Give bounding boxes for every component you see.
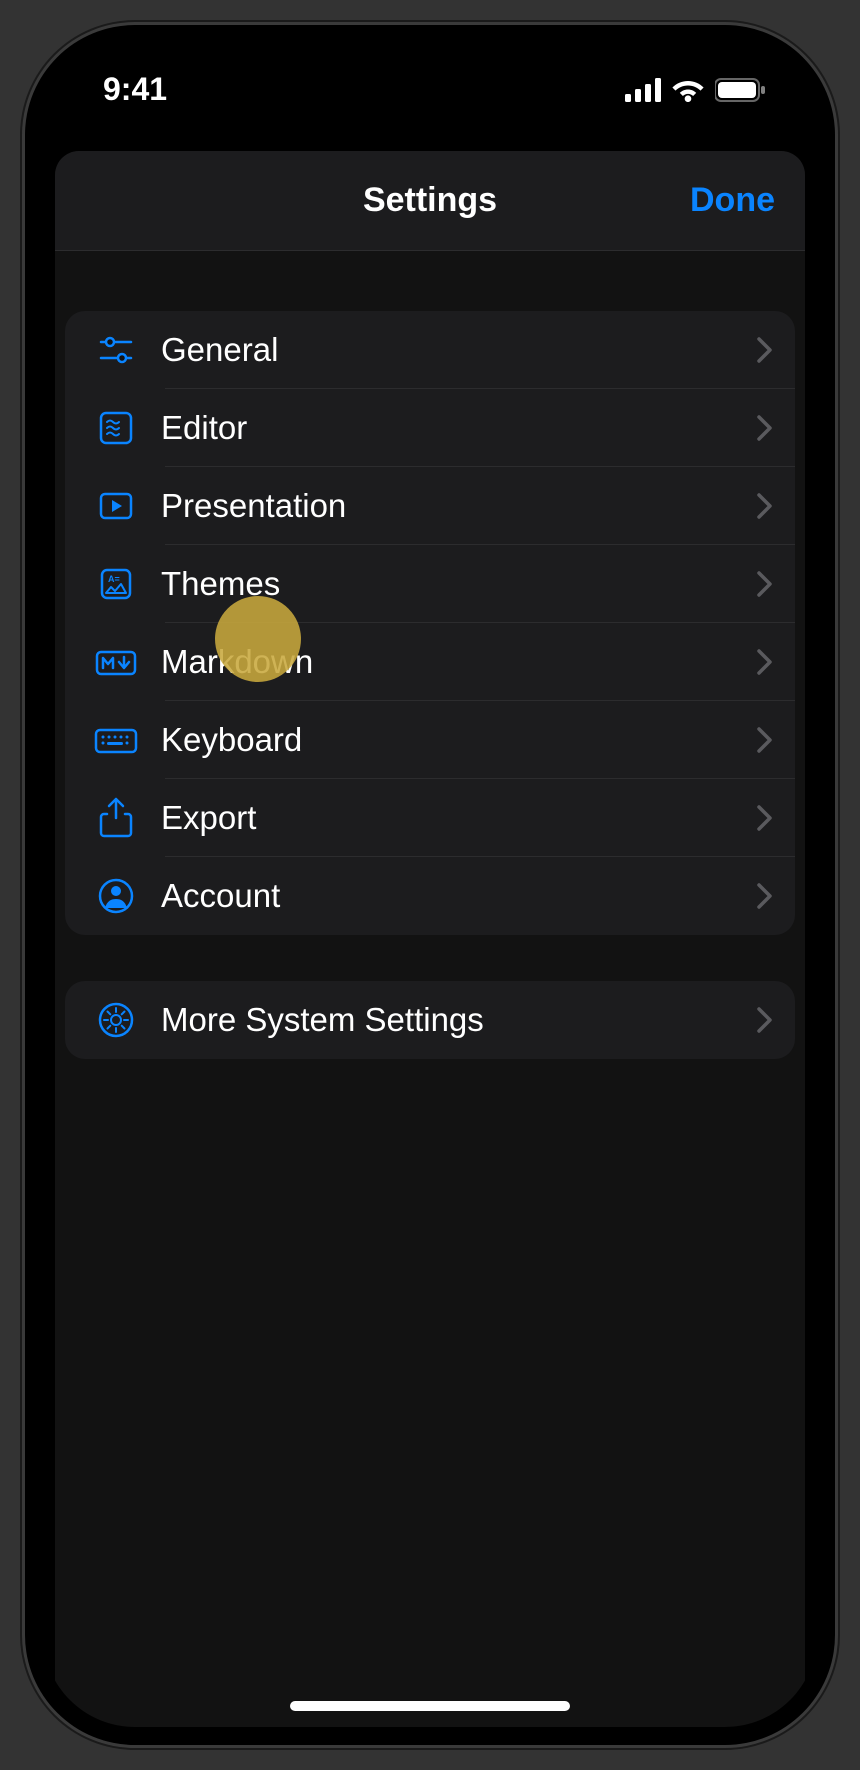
row-label: Themes bbox=[151, 565, 757, 603]
chevron-right-icon bbox=[757, 571, 773, 597]
sliders-icon bbox=[81, 330, 151, 370]
play-icon bbox=[81, 486, 151, 526]
settings-row-export[interactable]: Export bbox=[65, 779, 795, 857]
chevron-right-icon bbox=[757, 805, 773, 831]
share-icon bbox=[81, 796, 151, 840]
settings-content[interactable]: General Editor Present bbox=[55, 251, 805, 1059]
row-label: Keyboard bbox=[151, 721, 757, 759]
status-indicators bbox=[625, 78, 767, 102]
row-label: More System Settings bbox=[151, 1001, 757, 1039]
status-time: 9:41 bbox=[103, 71, 167, 108]
chevron-right-icon bbox=[757, 415, 773, 441]
home-indicator[interactable] bbox=[290, 1701, 570, 1711]
settings-row-keyboard[interactable]: Keyboard bbox=[65, 701, 795, 779]
chevron-right-icon bbox=[757, 493, 773, 519]
chevron-right-icon bbox=[757, 727, 773, 753]
navigation-bar: Settings Done bbox=[55, 151, 805, 251]
person-icon bbox=[81, 876, 151, 916]
chevron-right-icon bbox=[757, 337, 773, 363]
row-label: Editor bbox=[151, 409, 757, 447]
settings-row-more-system[interactable]: More System Settings bbox=[65, 981, 795, 1059]
battery-icon bbox=[715, 78, 767, 102]
settings-row-themes[interactable]: A= Themes bbox=[65, 545, 795, 623]
settings-row-markdown[interactable]: Markdown bbox=[65, 623, 795, 701]
settings-row-account[interactable]: Account bbox=[65, 857, 795, 935]
settings-row-editor[interactable]: Editor bbox=[65, 389, 795, 467]
row-label: Account bbox=[151, 877, 757, 915]
chevron-right-icon bbox=[757, 1007, 773, 1033]
waves-icon bbox=[81, 408, 151, 448]
gear-icon bbox=[81, 1000, 151, 1040]
settings-row-presentation[interactable]: Presentation bbox=[65, 467, 795, 545]
phone-frame: 9:41 Settings Done General bbox=[25, 25, 835, 1745]
row-label: Markdown bbox=[151, 643, 757, 681]
chevron-right-icon bbox=[757, 883, 773, 909]
settings-group-main: General Editor Present bbox=[65, 311, 795, 935]
settings-modal: Settings Done General bbox=[55, 151, 805, 1727]
row-label: Export bbox=[151, 799, 757, 837]
chevron-right-icon bbox=[757, 649, 773, 675]
row-label: General bbox=[151, 331, 757, 369]
settings-group-system: More System Settings bbox=[65, 981, 795, 1059]
keyboard-icon bbox=[81, 720, 151, 760]
card-icon: A= bbox=[81, 564, 151, 604]
row-label: Presentation bbox=[151, 487, 757, 525]
settings-row-general[interactable]: General bbox=[65, 311, 795, 389]
page-title: Settings bbox=[363, 181, 497, 220]
cellular-icon bbox=[625, 78, 661, 102]
phone-screen: 9:41 Settings Done General bbox=[43, 43, 817, 1727]
wifi-icon bbox=[671, 78, 705, 102]
markdown-icon bbox=[81, 642, 151, 682]
done-button[interactable]: Done bbox=[690, 181, 775, 220]
status-bar: 9:41 bbox=[43, 43, 817, 123]
svg-text:A=: A= bbox=[108, 574, 120, 584]
